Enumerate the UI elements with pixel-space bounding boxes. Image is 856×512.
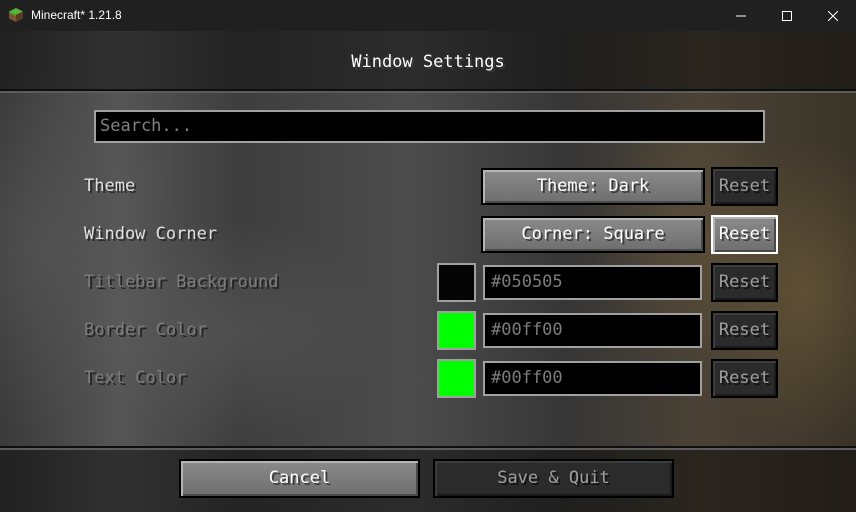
border-color-swatch[interactable] [437,311,476,350]
text-color-reset-button[interactable]: Reset [711,359,778,398]
setting-label-theme: Theme [84,176,136,196]
minimize-icon [736,15,746,16]
maximize-icon [782,10,792,21]
footer-band [0,446,856,512]
maximize-button[interactable] [764,0,810,31]
theme-button[interactable]: Theme: Dark [481,168,705,205]
titlebar-color-swatch[interactable] [437,263,476,302]
save-quit-button[interactable]: Save & Quit [433,459,674,498]
game-screen: Window Settings Search... Theme Theme: D… [0,31,856,512]
text-color-swatch[interactable] [437,359,476,398]
setting-label-text-color: Text Color [84,368,187,388]
close-button[interactable] [810,0,856,31]
border-color-reset-button[interactable]: Reset [711,311,778,350]
header-band: Window Settings [0,31,856,93]
corner-reset-button[interactable]: Reset [711,215,778,254]
titlebar-reset-button[interactable]: Reset [711,263,778,302]
text-color-field[interactable]: #00ff00 [483,361,702,396]
cancel-button[interactable]: Cancel [179,459,420,498]
minimize-button[interactable] [718,0,764,31]
screen-title: Window Settings [351,52,505,72]
theme-reset-button[interactable]: Reset [711,167,778,206]
window-titlebar: Minecraft* 1.21.8 [0,0,856,31]
setting-label-titlebar-background: Titlebar Background [84,272,279,292]
setting-label-window-corner: Window Corner [84,224,218,244]
window-title: Minecraft* 1.21.8 [31,8,122,22]
grass-block-icon [9,8,23,22]
border-color-field[interactable]: #00ff00 [483,313,702,348]
search-input[interactable]: Search... [94,110,765,143]
setting-label-border-color: Border Color [84,320,207,340]
close-icon [828,10,838,21]
corner-button[interactable]: Corner: Square [481,216,705,253]
titlebar-color-field[interactable]: #050505 [483,265,702,300]
